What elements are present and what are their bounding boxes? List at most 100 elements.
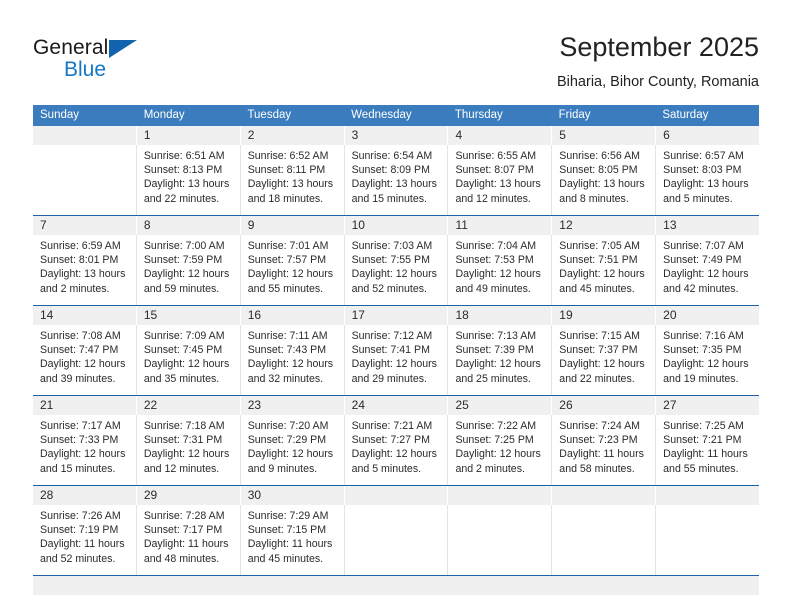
day-cell-3[interactable]: Sunrise: 6:54 AM Sunset: 8:09 PM Daylight:… [343, 145, 448, 215]
day-info-line: Daylight: 12 hours [247, 268, 334, 281]
day-cell-30[interactable]: Sunrise: 7:29 AM Sunset: 7:15 PM Daylight:… [239, 505, 344, 575]
day-info-line: Daylight: 12 hours [663, 358, 749, 371]
day-number-10[interactable]: 10 [343, 216, 448, 235]
day-info-line: Sunset: 7:19 PM [40, 524, 119, 537]
day-number-27[interactable]: 27 [655, 396, 759, 415]
day-number-2[interactable]: 2 [239, 126, 344, 145]
day-cell-16[interactable]: Sunrise: 7:11 AM Sunset: 7:43 PM Daylight:… [239, 325, 344, 395]
day-number-24[interactable]: 24 [343, 396, 448, 415]
day-info-line: and 45 minutes. [559, 282, 635, 295]
day-info-line: Sunrise: 7:26 AM [40, 510, 121, 522]
day-number-13[interactable]: 13 [655, 216, 759, 235]
calendar-week-row: 7 8 9 10 11 12 13 Sunrise: 6:59 AM Sunset: 8:01 … [33, 215, 759, 305]
day-cell-empty [447, 505, 551, 575]
day-number-25[interactable]: 25 [447, 396, 551, 415]
day-number-16[interactable]: 16 [239, 306, 344, 325]
day-info-line: and 25 minutes. [455, 372, 531, 385]
day-cell-7[interactable]: Sunrise: 6:59 AM Sunset: 8:01 PM Daylight:… [33, 235, 136, 305]
day-cell-25[interactable]: Sunrise: 7:22 AM Sunset: 7:25 PM Daylight:… [447, 415, 551, 485]
day-info-line: Daylight: 12 hours [455, 448, 541, 461]
day-number-30[interactable]: 30 [239, 486, 344, 505]
day-number-6[interactable]: 6 [655, 126, 759, 145]
day-info-line: Sunset: 8:11 PM [247, 164, 326, 177]
day-number-21[interactable]: 21 [33, 396, 136, 415]
day-info-line: Sunrise: 7:13 AM [455, 330, 537, 342]
day-number-20[interactable]: 20 [655, 306, 759, 325]
page-header: General Blue September 2025 Biharia, Bih… [0, 0, 792, 104]
day-cell-19[interactable]: Sunrise: 7:15 AM Sunset: 7:37 PM Daylight:… [551, 325, 655, 395]
day-cell-empty [551, 505, 655, 575]
day-number-3[interactable]: 3 [343, 126, 448, 145]
day-cell-13[interactable]: Sunrise: 7:07 AM Sunset: 7:49 PM Daylight:… [655, 235, 759, 305]
day-cell-11[interactable]: Sunrise: 7:04 AM Sunset: 7:53 PM Daylight:… [447, 235, 551, 305]
day-info-line: Sunrise: 7:03 AM [351, 240, 433, 252]
day-number-9[interactable]: 9 [239, 216, 344, 235]
day-number-4[interactable]: 4 [447, 126, 551, 145]
day-info-line: and 12 minutes. [455, 192, 531, 205]
day-info-line: Daylight: 11 hours [559, 448, 644, 461]
day-info-line: Sunset: 7:17 PM [143, 524, 223, 537]
day-info-line: Daylight: 11 hours [663, 448, 748, 461]
day-cell-28[interactable]: Sunrise: 7:26 AM Sunset: 7:19 PM Daylight:… [33, 505, 136, 575]
day-info-line: Sunset: 8:03 PM [663, 164, 742, 177]
day-cell-4[interactable]: Sunrise: 6:55 AM Sunset: 8:07 PM Daylight:… [447, 145, 551, 215]
day-info-line: and 18 minutes. [247, 192, 324, 205]
day-number-7[interactable]: 7 [33, 216, 136, 235]
day-number-17[interactable]: 17 [343, 306, 448, 325]
day-cell-2[interactable]: Sunrise: 6:52 AM Sunset: 8:11 PM Daylight:… [239, 145, 344, 215]
day-cell-20[interactable]: Sunrise: 7:16 AM Sunset: 7:35 PM Daylight:… [655, 325, 759, 395]
day-info-line: Sunset: 7:45 PM [143, 344, 223, 357]
day-cell-15[interactable]: Sunrise: 7:09 AM Sunset: 7:45 PM Daylight:… [135, 325, 240, 395]
day-info-line: Daylight: 12 hours [143, 268, 230, 281]
day-number-19[interactable]: 19 [551, 306, 655, 325]
day-cell-1[interactable]: Sunrise: 6:51 AM Sunset: 8:13 PM Daylight:… [135, 145, 240, 215]
day-number-23[interactable]: 23 [239, 396, 344, 415]
day-info-line: Sunset: 7:35 PM [663, 344, 742, 357]
day-number-22[interactable]: 22 [135, 396, 240, 415]
day-number-5[interactable]: 5 [551, 126, 655, 145]
week-date-number-row: 123456 [33, 126, 759, 145]
day-cell-22[interactable]: Sunrise: 7:18 AM Sunset: 7:31 PM Daylight:… [135, 415, 240, 485]
day-info-line: and 22 minutes. [559, 372, 635, 385]
day-number-28[interactable]: 28 [33, 486, 136, 505]
day-number-1[interactable]: 1 [135, 126, 240, 145]
day-cell-5[interactable]: Sunrise: 6:56 AM Sunset: 8:05 PM Daylight:… [551, 145, 655, 215]
day-number-18[interactable]: 18 [447, 306, 551, 325]
day-cell-23[interactable]: Sunrise: 7:20 AM Sunset: 7:29 PM Daylight:… [239, 415, 344, 485]
day-cell-29[interactable]: Sunrise: 7:28 AM Sunset: 7:17 PM Daylight:… [135, 505, 240, 575]
day-info-line: Sunset: 8:09 PM [351, 164, 430, 177]
day-info-line: Daylight: 12 hours [351, 268, 437, 281]
day-info-line: Daylight: 13 hours [247, 178, 334, 191]
day-number-12[interactable]: 12 [551, 216, 655, 235]
day-cell-10[interactable]: Sunrise: 7:03 AM Sunset: 7:55 PM Daylight:… [343, 235, 448, 305]
day-cell-empty [343, 505, 448, 575]
day-number-8[interactable]: 8 [135, 216, 240, 235]
day-cell-18[interactable]: Sunrise: 7:13 AM Sunset: 7:39 PM Daylight:… [447, 325, 551, 395]
brand-logo[interactable]: General Blue [33, 36, 263, 86]
day-info-line: Sunset: 7:33 PM [40, 434, 119, 447]
day-number-26[interactable]: 26 [551, 396, 655, 415]
week-date-number-row: 21 22 23 24 25 26 27 [33, 396, 759, 415]
day-cell-14[interactable]: Sunrise: 7:08 AM Sunset: 7:47 PM Daylight:… [33, 325, 136, 395]
day-cell-21[interactable]: Sunrise: 7:17 AM Sunset: 7:33 PM Daylight:… [33, 415, 136, 485]
triangle-icon [109, 40, 137, 58]
day-info-line: Sunset: 7:47 PM [40, 344, 119, 357]
day-cell-8[interactable]: Sunrise: 7:00 AM Sunset: 7:59 PM Daylight:… [135, 235, 240, 305]
day-number-29[interactable]: 29 [135, 486, 240, 505]
day-info-line: Sunrise: 6:56 AM [559, 150, 640, 162]
day-number-14[interactable]: 14 [33, 306, 136, 325]
day-number-11[interactable]: 11 [447, 216, 551, 235]
day-number-15[interactable]: 15 [135, 306, 240, 325]
day-info-line: Daylight: 12 hours [351, 448, 437, 461]
day-cell-17[interactable]: Sunrise: 7:12 AM Sunset: 7:41 PM Daylight:… [343, 325, 448, 395]
day-cell-27[interactable]: Sunrise: 7:25 AM Sunset: 7:21 PM Daylight:… [655, 415, 759, 485]
day-cell-24[interactable]: Sunrise: 7:21 AM Sunset: 7:27 PM Daylight:… [343, 415, 448, 485]
day-info-line: Sunrise: 7:08 AM [40, 330, 121, 342]
day-info-line: Sunrise: 6:51 AM [143, 150, 225, 162]
day-info-line: Sunrise: 6:52 AM [247, 150, 329, 162]
day-cell-6[interactable]: Sunrise: 6:57 AM Sunset: 8:03 PM Daylight:… [655, 145, 759, 215]
weekday-header-sunday: Sunday [40, 109, 80, 121]
day-cell-12[interactable]: Sunrise: 7:05 AM Sunset: 7:51 PM Daylight:… [551, 235, 655, 305]
day-cell-9[interactable]: Sunrise: 7:01 AM Sunset: 7:57 PM Daylight:… [239, 235, 344, 305]
day-cell-26[interactable]: Sunrise: 7:24 AM Sunset: 7:23 PM Daylight:… [551, 415, 655, 485]
